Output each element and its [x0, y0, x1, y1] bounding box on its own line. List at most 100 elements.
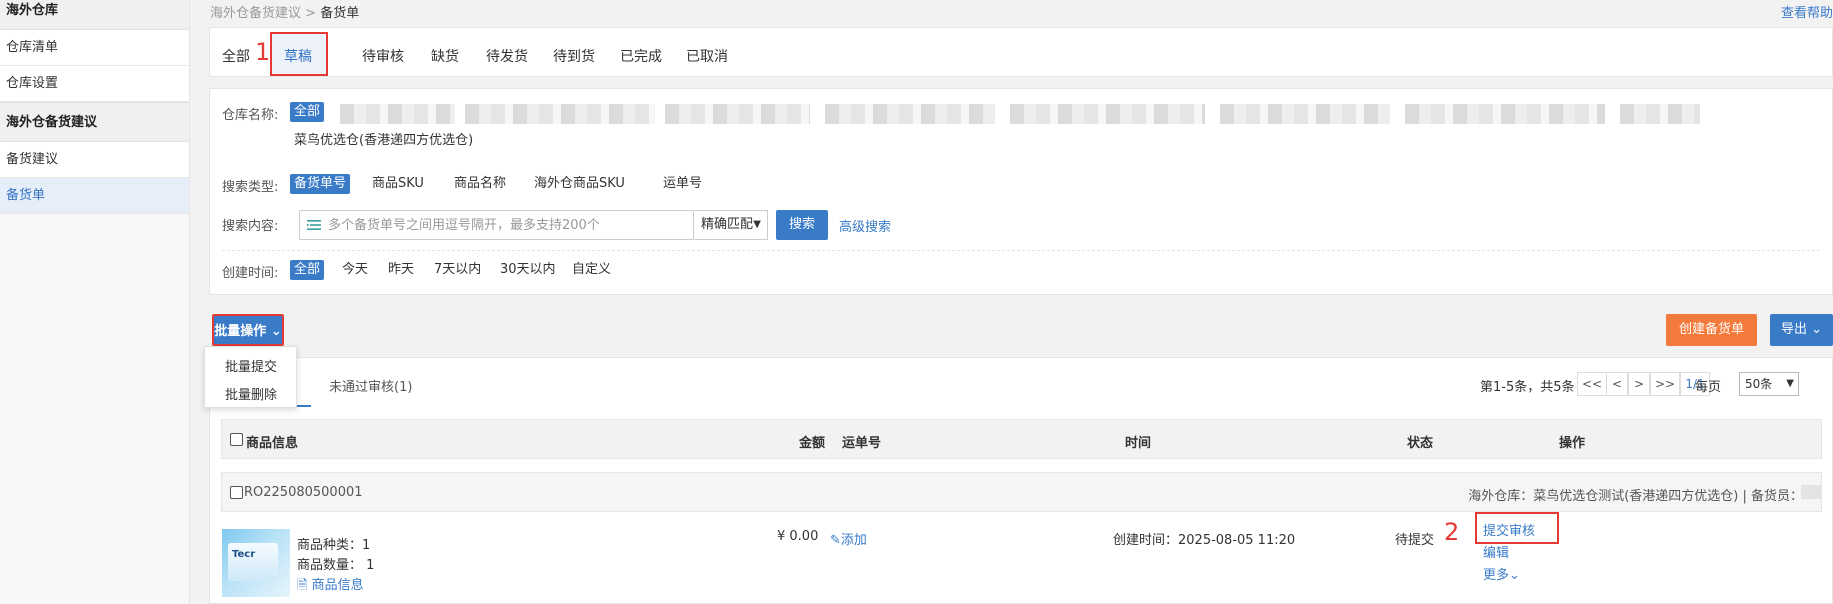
per-page-value: 50条	[1745, 377, 1773, 391]
blurred-staff-name	[1801, 485, 1821, 499]
product-info-link[interactable]: 🗎 商品信息	[297, 574, 364, 598]
export-button[interactable]: 导出 ⌄	[1770, 314, 1833, 346]
product-quantity: 商品数量： 1	[297, 558, 375, 573]
add-tracking-label: 添加	[840, 533, 867, 548]
batch-operation-button[interactable]: 批量操作 ⌄	[212, 314, 284, 346]
filter-divider	[222, 250, 1820, 251]
time-option-30days[interactable]: 30天以内	[500, 260, 556, 280]
tab-all[interactable]: 全部	[222, 46, 250, 66]
edit-link[interactable]: 编辑	[1483, 542, 1509, 561]
product-info-label: 商品信息	[311, 578, 364, 593]
product-thumbnail-brand: Tecr	[232, 549, 256, 560]
search-type-tracking-no[interactable]: 运单号	[663, 174, 702, 194]
per-page-select[interactable]: 50条 ▼	[1739, 372, 1799, 396]
batch-submit-item[interactable]: 批量提交	[225, 356, 277, 375]
tab-pending-review[interactable]: 待审核	[362, 46, 404, 66]
sidebar-item-warehouse-list[interactable]: 仓库清单	[0, 30, 189, 66]
col-time: 时间	[1125, 436, 1152, 451]
status-tab-bar: 全部 草稿 1 待审核 缺货 待发货 待到货 已完成 已取消	[209, 27, 1833, 77]
warehouse-option-cainiao[interactable]: 菜鸟优选仓(香港递四方优选仓)	[294, 131, 473, 151]
chevron-down-icon: ⌄	[270, 324, 282, 339]
export-label: 导出	[1780, 322, 1807, 337]
pager-summary: 第1-5条，共5条	[1480, 380, 1575, 395]
search-type-overseas-sku[interactable]: 海外仓商品SKU	[534, 174, 625, 194]
subtab-rejected[interactable]: 未通过审核(1)	[329, 376, 412, 395]
annotation-marker-1: 1	[255, 38, 271, 66]
breadcrumb-parent[interactable]: 海外仓备货建议	[210, 6, 301, 21]
chevron-down-icon: ▼	[753, 219, 761, 230]
time-option-custom[interactable]: 自定义	[572, 260, 611, 280]
order-amount: ¥ 0.00	[777, 529, 819, 544]
tab-pending-arrival[interactable]: 待到货	[553, 46, 595, 66]
tab-cancelled[interactable]: 已取消	[686, 46, 728, 66]
pager-next-button[interactable]: >	[1628, 372, 1650, 396]
tab-out-of-stock[interactable]: 缺货	[431, 46, 459, 66]
time-option-7days[interactable]: 7天以内	[434, 260, 481, 280]
order-status: 待提交	[1395, 533, 1435, 548]
breadcrumb-current: 备货单	[320, 6, 360, 21]
tab-pending-shipment[interactable]: 待发货	[486, 46, 528, 66]
batch-dropdown-menu: 批量提交 批量删除	[204, 346, 297, 408]
document-icon: 🗎	[297, 578, 308, 593]
table-row: RO225080500001 海外仓库：菜鸟优选仓测试(香港递四方优选仓) | …	[221, 472, 1822, 512]
sidebar-item-stock-order[interactable]: 备货单	[0, 178, 189, 214]
search-box[interactable]	[299, 210, 694, 240]
order-warehouse-meta: 海外仓库：菜鸟优选仓测试(香港递四方优选仓) | 备货员：	[1468, 489, 1803, 504]
product-thumbnail[interactable]: Tecr	[222, 529, 290, 597]
search-input[interactable]	[328, 214, 688, 236]
match-mode-value: 精确匹配	[701, 217, 754, 232]
time-option-all[interactable]: 全部	[290, 260, 325, 280]
table-header: 商品信息 金额 运单号 时间 状态 操作	[221, 419, 1822, 459]
time-option-yesterday[interactable]: 昨天	[388, 260, 414, 280]
search-type-product-name[interactable]: 商品名称	[454, 174, 506, 194]
col-amount: 金额	[799, 436, 826, 451]
batch-operation-label: 批量操作	[214, 324, 267, 339]
filter-panel: 仓库名称: 全部 菜鸟优选仓(香港递四方优选仓) 搜索类型: 备货单号 商品SK…	[209, 88, 1833, 295]
warehouse-chip-all[interactable]: 全部	[290, 102, 325, 122]
col-tracking: 运单号	[842, 436, 882, 451]
row-checkbox[interactable]	[230, 486, 243, 499]
select-all-checkbox[interactable]	[230, 433, 243, 446]
search-content-label: 搜索内容:	[222, 219, 279, 234]
batch-delete-item[interactable]: 批量删除	[225, 384, 277, 403]
more-label: 更多	[1483, 568, 1510, 583]
pager-prev-button[interactable]: <	[1606, 372, 1628, 396]
blurred-warehouse-4	[825, 104, 995, 124]
main-content: 海外仓备货建议 > 备货单 查看帮助 全部 草稿 1 待审核 缺货 待发货 待到…	[190, 0, 1833, 604]
blurred-warehouse-6	[1220, 104, 1390, 124]
blurred-warehouse-1	[340, 104, 455, 124]
submit-review-link[interactable]: 提交审核	[1483, 520, 1535, 539]
warehouse-label: 仓库名称:	[222, 108, 279, 123]
sidebar-item-warehouse-settings[interactable]: 仓库设置	[0, 66, 189, 102]
blurred-warehouse-5	[1010, 104, 1205, 124]
chevron-down-icon: ⌄	[1509, 568, 1520, 583]
edit-icon: ✎	[830, 533, 841, 548]
order-number: RO225080500001	[244, 485, 363, 500]
search-type-order-no[interactable]: 备货单号	[290, 174, 351, 194]
col-status: 状态	[1407, 436, 1434, 451]
sidebar-group-stock-suggestion: 海外仓备货建议	[0, 102, 189, 142]
order-list-panel: 未通过审核(1) 第1-5条，共5条 << < > >> 1/1 每页 50条 …	[209, 357, 1833, 604]
per-page-label: 每页	[1695, 380, 1722, 395]
create-stock-order-button[interactable]: 创建备货单	[1666, 314, 1757, 346]
product-kinds: 商品种类：1	[297, 538, 371, 553]
created-time: 创建时间：2025-08-05 11:20	[1113, 533, 1296, 548]
help-link[interactable]: 查看帮助	[1781, 2, 1833, 21]
annotation-marker-2: 2	[1444, 518, 1460, 546]
more-link[interactable]: 更多⌄	[1483, 564, 1520, 583]
blurred-warehouse-8	[1620, 104, 1700, 124]
blurred-warehouse-3	[665, 104, 810, 124]
search-type-label: 搜索类型:	[222, 180, 279, 195]
blurred-warehouse-7	[1405, 104, 1605, 124]
pager-last-button[interactable]: >>	[1650, 372, 1680, 396]
add-tracking-link[interactable]: ✎添加	[830, 529, 867, 548]
tab-draft[interactable]: 草稿	[284, 46, 312, 66]
match-mode-select[interactable]: 精确匹配 ▼	[694, 210, 768, 240]
pager-first-button[interactable]: <<	[1577, 372, 1607, 396]
tab-completed[interactable]: 已完成	[620, 46, 662, 66]
time-option-today[interactable]: 今天	[342, 260, 368, 280]
advanced-search-link[interactable]: 高级搜索	[839, 216, 891, 235]
search-type-sku[interactable]: 商品SKU	[372, 174, 424, 194]
sidebar-item-stock-suggestion[interactable]: 备货建议	[0, 142, 189, 178]
search-button[interactable]: 搜索	[776, 210, 828, 240]
